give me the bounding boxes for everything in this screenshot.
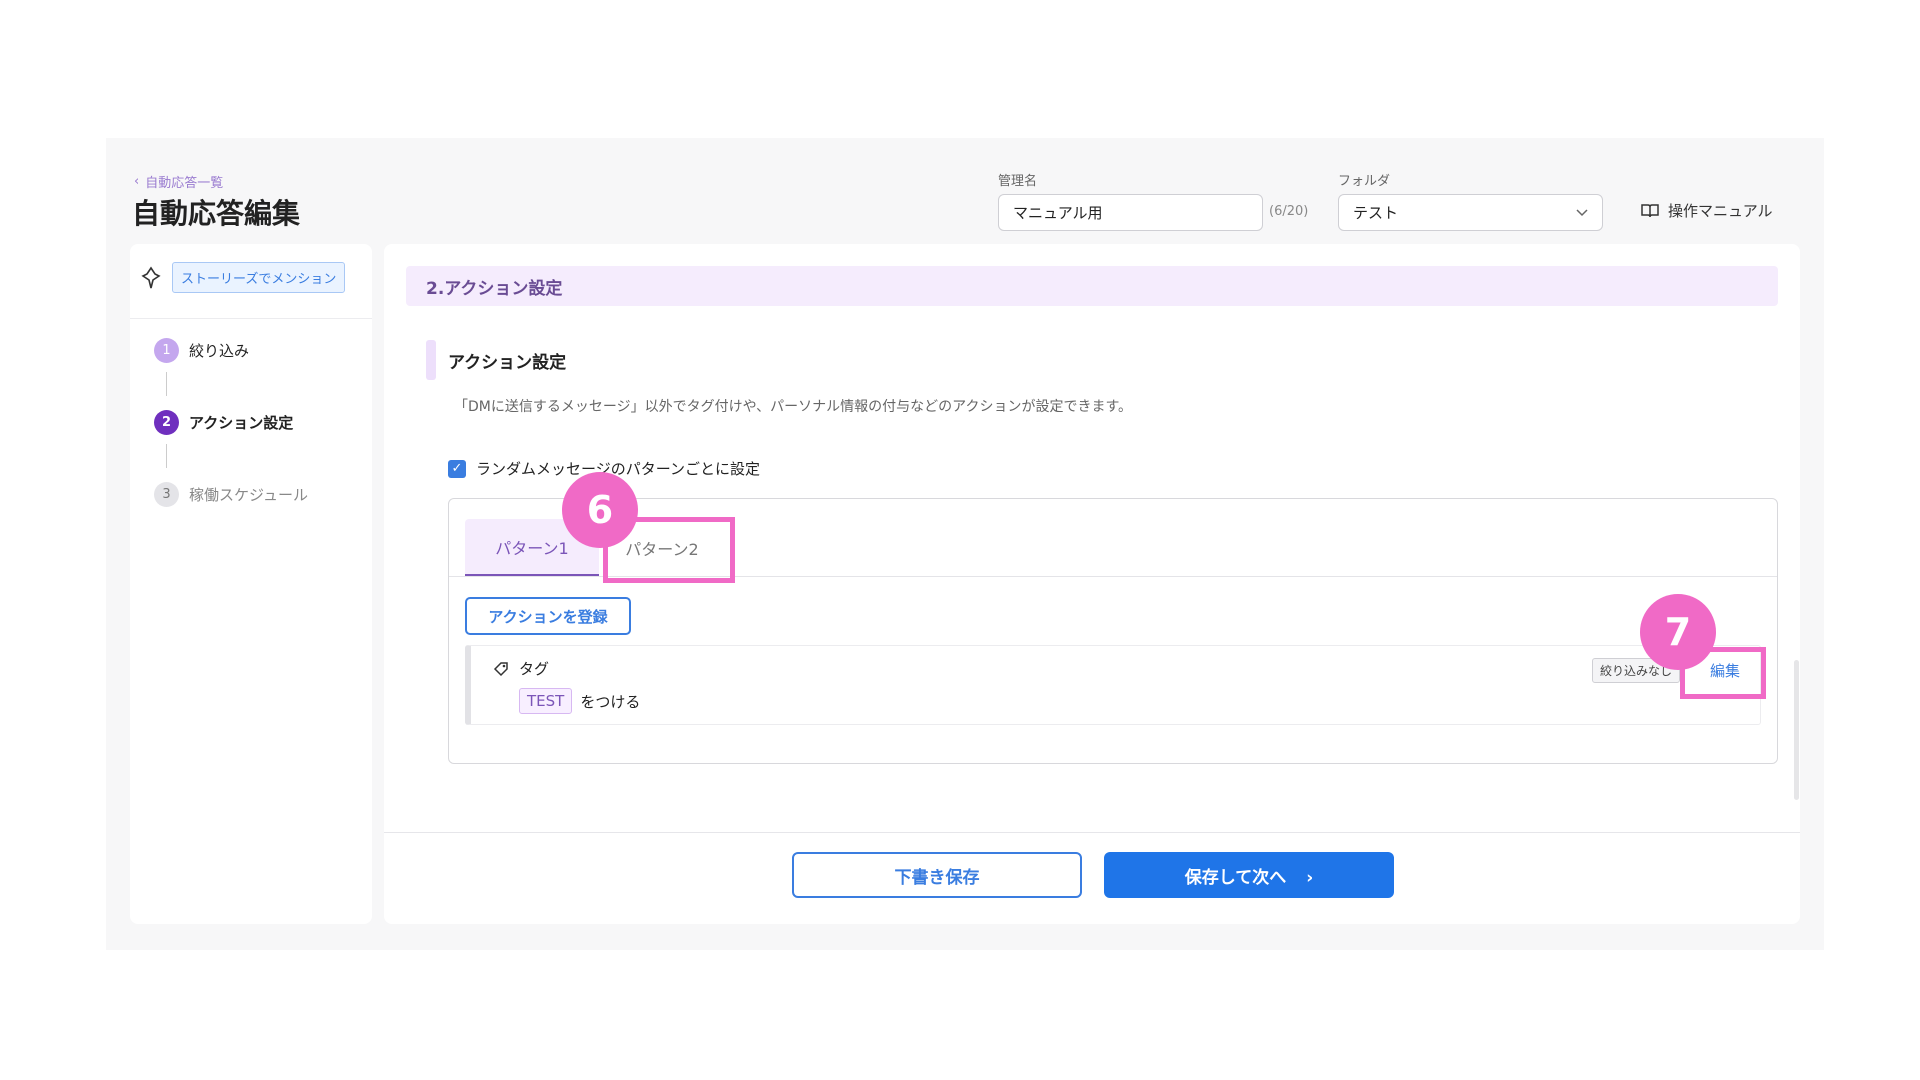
sub-title-accent bbox=[426, 340, 436, 380]
step-label: アクション設定 bbox=[189, 414, 294, 432]
app-frame: ‹ 自動応答一覧 自動応答編集 管理名 マニュアル用 (6/20) フォルダ テ… bbox=[106, 138, 1824, 950]
step-number: 1 bbox=[154, 338, 179, 363]
pin-icon bbox=[141, 266, 161, 288]
chevron-down-icon bbox=[1576, 208, 1588, 216]
name-input-value: マニュアル用 bbox=[1013, 204, 1103, 222]
trigger-info: ストーリーズでメンション bbox=[140, 262, 346, 293]
step-action-settings[interactable]: 2 アクション設定 bbox=[154, 410, 293, 435]
book-icon bbox=[1641, 203, 1659, 217]
sub-title-text: アクション設定 bbox=[448, 352, 567, 373]
step-number: 2 bbox=[154, 410, 179, 435]
name-field-label: 管理名 bbox=[998, 174, 1038, 189]
step-connector bbox=[166, 372, 167, 396]
tag-chip: TEST bbox=[519, 688, 573, 714]
folder-select-value: テスト bbox=[1353, 204, 1399, 222]
step-label: 稼働スケジュール bbox=[189, 486, 308, 504]
section-header: 2.アクション設定 bbox=[406, 266, 1778, 306]
action-suffix: をつける bbox=[580, 692, 641, 711]
folder-field-label: フォルダ bbox=[1338, 174, 1391, 189]
name-input[interactable]: マニュアル用 bbox=[998, 194, 1263, 231]
annotation-marker-7: 7 bbox=[1640, 594, 1716, 670]
action-description: TEST をつける bbox=[519, 688, 640, 714]
step-connector bbox=[166, 444, 167, 468]
action-card: タグ TEST をつける 絞り込みなし 編集 bbox=[465, 645, 1761, 725]
step-schedule[interactable]: 3 稼働スケジュール bbox=[154, 482, 308, 507]
main-panel: 2.アクション設定 アクション設定 「DMに送信するメッセージ」以外でタグ付けや… bbox=[384, 244, 1800, 924]
step-filter[interactable]: 1 絞り込み bbox=[154, 338, 249, 363]
back-link[interactable]: ‹ 自動応答一覧 bbox=[134, 172, 223, 191]
manual-link[interactable]: 操作マニュアル bbox=[1640, 200, 1773, 221]
name-counter: (6/20) bbox=[1269, 204, 1309, 219]
footer-divider bbox=[384, 832, 1800, 833]
step-label: 絞り込み bbox=[189, 342, 250, 360]
sub-section-title: アクション設定 bbox=[426, 340, 566, 380]
folder-select[interactable]: テスト bbox=[1338, 194, 1603, 231]
scrollbar[interactable] bbox=[1794, 660, 1799, 800]
random-pattern-checkbox[interactable]: ✓ bbox=[448, 459, 466, 478]
trigger-badge: ストーリーズでメンション bbox=[172, 262, 346, 293]
manual-link-label: 操作マニュアル bbox=[1668, 202, 1773, 220]
register-action-button[interactable]: アクションを登録 bbox=[465, 597, 631, 635]
page-title: 自動応答編集 bbox=[132, 197, 301, 230]
save-next-button[interactable]: 保存して次へ › bbox=[1104, 852, 1394, 898]
save-draft-button[interactable]: 下書き保存 bbox=[792, 852, 1082, 898]
sidebar: ストーリーズでメンション 1 絞り込み 2 アクション設定 3 稼働スケジュール bbox=[130, 244, 372, 924]
step-number: 3 bbox=[154, 482, 179, 507]
chevron-right-icon: › bbox=[1306, 867, 1314, 888]
tag-icon bbox=[493, 661, 508, 676]
chevron-left-icon: ‹ bbox=[134, 174, 140, 189]
annotation-marker-6: 6 bbox=[562, 472, 638, 548]
save-next-label: 保存して次へ bbox=[1184, 867, 1287, 888]
action-type: タグ bbox=[493, 658, 549, 679]
back-link-label: 自動応答一覧 bbox=[145, 176, 224, 191]
action-type-label: タグ bbox=[519, 660, 550, 678]
section-description: 「DMに送信するメッセージ」以外でタグ付けや、パーソナル情報の付与などのアクショ… bbox=[454, 399, 1133, 415]
sidebar-divider bbox=[130, 318, 372, 319]
